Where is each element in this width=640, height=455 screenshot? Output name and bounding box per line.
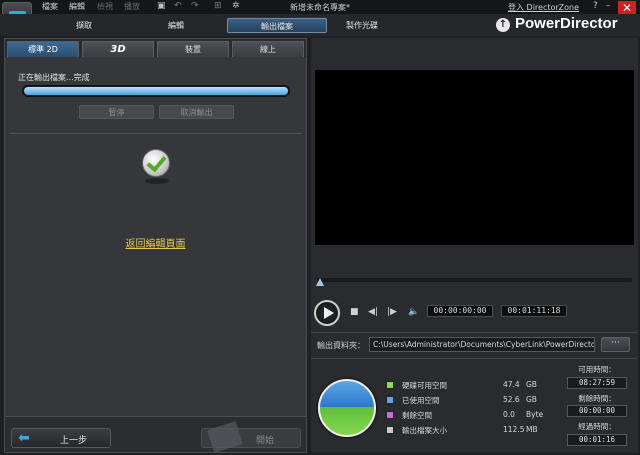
upload-icon[interactable]: ↑ (496, 18, 510, 32)
volume-icon[interactable]: 🔈 (408, 307, 419, 317)
divider (311, 358, 638, 359)
pause-button[interactable]: 暫停 (79, 105, 154, 119)
legend-swatch (386, 426, 394, 434)
tab-3d-label: 3D (110, 44, 126, 55)
close-icon: ✕ (621, 1, 633, 15)
legend-unit: GB (526, 380, 537, 389)
elapsed-time-value: 00:01:16 (567, 434, 627, 446)
tab-capture[interactable]: 擷取 (52, 18, 116, 33)
browse-button[interactable]: ··· (601, 337, 630, 352)
remaining-time-value: 00:00:00 (567, 405, 627, 417)
tab-online[interactable]: 線上 (232, 41, 304, 57)
menu-file[interactable]: 檔案 (42, 1, 58, 12)
settings-icon[interactable]: ✲ (232, 1, 240, 11)
legend-name: 剩餘空間 (402, 411, 432, 420)
legend-unit: MB (526, 425, 538, 434)
prev-frame-icon[interactable]: ◀| (368, 307, 378, 317)
scrub-bar[interactable] (317, 278, 632, 282)
previous-button[interactable]: ⬅ 上一步 (11, 428, 111, 448)
output-folder-path[interactable]: C:\Users\Administrator\Documents\CyberLi… (369, 337, 595, 352)
tab-edit[interactable]: 編輯 (144, 18, 208, 33)
tab-standard-2d[interactable]: 標準 2D (7, 41, 79, 57)
profile-tabs: 標準 2D 3D 裝置 線上 (5, 39, 306, 57)
undo-icon[interactable]: ↶ (174, 1, 182, 11)
check-shadow (145, 178, 169, 184)
legend-name: 硬碟可用空間 (402, 381, 447, 390)
remaining-time-label: 剩餘時間： (578, 394, 616, 403)
legend-value: 0.0 (503, 410, 515, 419)
legend-swatch (386, 396, 394, 404)
legend-value: 52.6 (503, 395, 520, 404)
tab-device[interactable]: 裝置 (157, 41, 229, 57)
scrub-handle[interactable] (316, 278, 324, 286)
previous-label: 上一步 (60, 436, 88, 446)
preview-panel: ■ ◀| |▶ 🔈 00:00:00:00 00:01:11:18 輸出資料夾：… (311, 38, 638, 453)
available-time-value: 08:27:59 (567, 377, 627, 389)
menu-view[interactable]: 檢視 (97, 1, 113, 12)
current-timecode: 00:00:00:00 (427, 305, 493, 317)
play-button[interactable] (314, 300, 340, 326)
arrow-left-icon: ⬅ (18, 430, 30, 446)
redo-icon[interactable]: ↷ (191, 1, 199, 11)
available-time-label: 可用時間： (578, 365, 616, 374)
legend-name: 輸出檔案大小 (402, 426, 447, 435)
tab-produce[interactable]: 輸出檔案 (227, 18, 327, 33)
legend-value: 112.5 (503, 425, 525, 434)
save-icon[interactable]: ▣ (157, 1, 166, 11)
directorzone-login-link[interactable]: 登入 DirectorZone (508, 2, 579, 13)
produce-panel: 標準 2D 3D 裝置 線上 正在輸出檔案...完成 暫停 取消輸出 返回編輯頁… (4, 38, 307, 454)
back-to-edit-link[interactable]: 返回編輯頁面 (5, 235, 306, 250)
film-icon (207, 420, 243, 454)
output-folder-label: 輸出資料夾： (317, 341, 365, 350)
menu-bar: 檔案 編輯 檢視 播放 ▣ ↶ ↷ ⊞ ✲ 新增未命名專案* 登入 Direct… (0, 0, 640, 14)
progress-fill (24, 87, 288, 95)
settings-tools-icon[interactable]: ⊞ (214, 1, 222, 11)
brand-logo: PowerDirector (515, 15, 618, 32)
menu-play[interactable]: 播放 (124, 1, 140, 12)
preview-window (315, 70, 634, 245)
next-frame-icon[interactable]: |▶ (387, 307, 397, 317)
legend-swatch (386, 411, 394, 419)
legend-value: 47.4 (503, 380, 520, 389)
bottom-bar: ⬅ 上一步 開始 (5, 416, 306, 454)
help-button[interactable]: ? (593, 1, 598, 11)
start-label: 開始 (256, 436, 275, 446)
start-button[interactable]: 開始 (201, 420, 301, 454)
check-icon (142, 149, 170, 177)
divider (9, 133, 302, 134)
menu-edit[interactable]: 編輯 (69, 1, 85, 12)
duration-timecode: 00:01:11:18 (501, 305, 567, 317)
project-title: 新增未命名專案* (290, 3, 350, 12)
divider (311, 332, 638, 333)
stop-icon[interactable]: ■ (350, 307, 359, 317)
progress-bar (22, 85, 290, 97)
legend-swatch (386, 381, 394, 389)
elapsed-time-label: 經過時間： (578, 422, 616, 431)
progress-status: 正在輸出檔案...完成 (18, 73, 90, 82)
minimize-button[interactable]: – (606, 1, 611, 11)
cancel-output-button[interactable]: 取消輸出 (159, 105, 234, 119)
legend-unit: GB (526, 395, 537, 404)
tab-create-disc[interactable]: 製作光碟 (330, 18, 394, 33)
legend-name: 已使用空間 (402, 396, 440, 405)
disk-usage-pie (318, 379, 376, 437)
tab-3d[interactable]: 3D (82, 41, 154, 57)
legend-unit: Byte (526, 410, 544, 419)
